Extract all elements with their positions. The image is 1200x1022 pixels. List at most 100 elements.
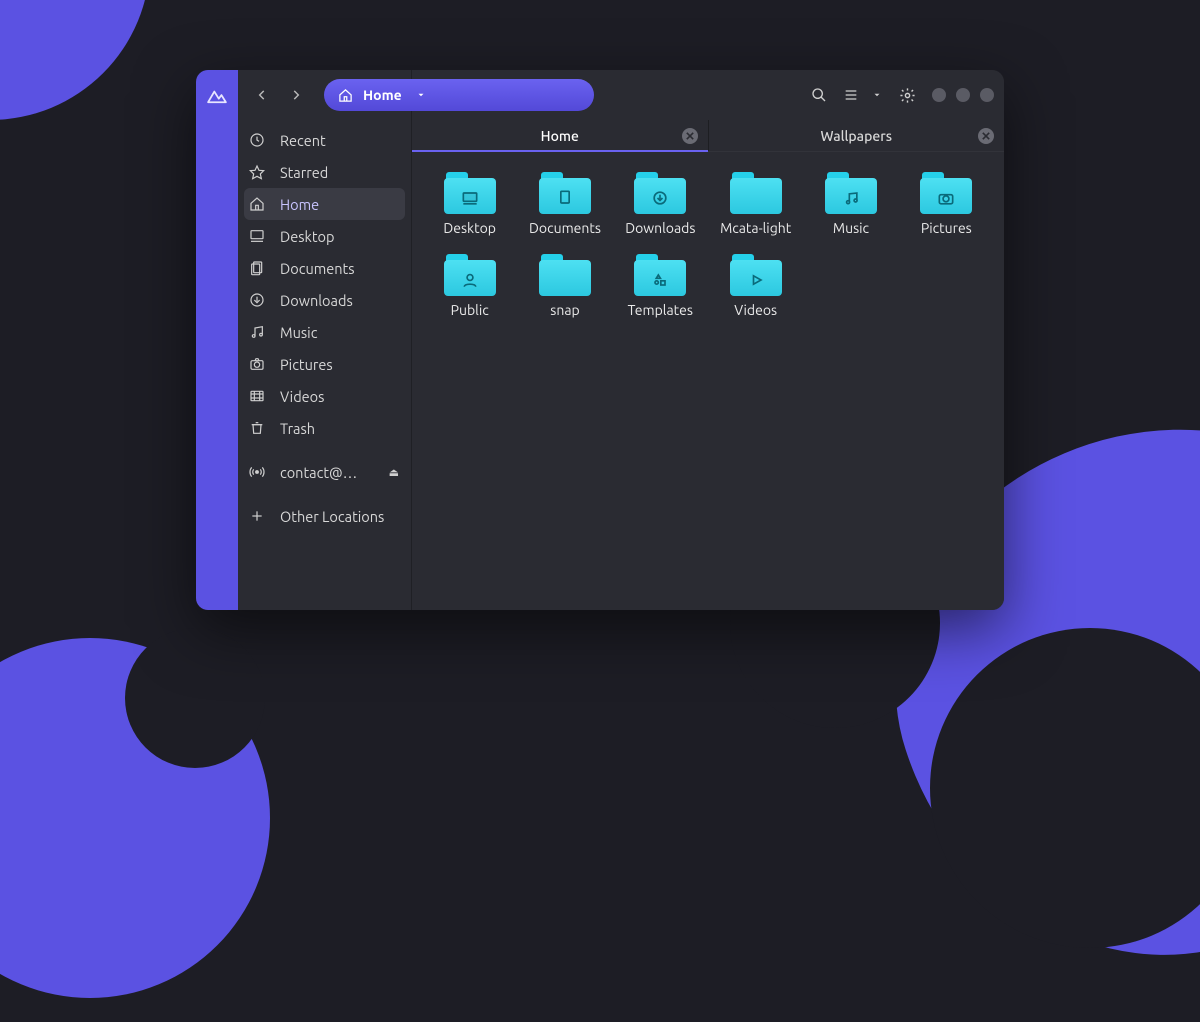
- sidebar-item-label: Documents: [280, 260, 399, 277]
- broadcast-icon: [248, 464, 266, 480]
- folder-documents[interactable]: Documents: [517, 168, 612, 240]
- sidebar-item-label: Desktop: [280, 228, 399, 245]
- sidebar-item-label: Home: [280, 196, 393, 213]
- tab-wallpapers[interactable]: Wallpapers: [709, 120, 1005, 151]
- sidebar-item-music[interactable]: Music: [238, 316, 411, 348]
- folder-glyph-icon: [444, 264, 496, 296]
- sidebar-item-downloads[interactable]: Downloads: [238, 284, 411, 316]
- video-icon: [248, 388, 266, 404]
- folder-icon: [634, 172, 686, 214]
- folder-icon: [444, 172, 496, 214]
- tab-close-button[interactable]: [978, 128, 994, 144]
- sidebar-item-contact-[interactable]: contact@… ⏏: [238, 456, 411, 488]
- sidebar-item-other-locations[interactable]: Other Locations: [238, 500, 411, 532]
- documents-icon: [248, 260, 266, 276]
- tab-home[interactable]: Home: [412, 120, 709, 151]
- sidebar-item-label: contact@…: [280, 464, 385, 481]
- search-button[interactable]: [804, 80, 834, 110]
- window-maximize-button[interactable]: [956, 88, 970, 102]
- sidebar-item-label: Starred: [280, 164, 399, 181]
- folder-grid: DesktopDocuments Downloads Mcata-light Musi…: [422, 168, 994, 322]
- folder-glyph-icon: [539, 182, 591, 214]
- path-label: Home: [363, 87, 402, 103]
- file-manager-window: Home RecentStarredHomeDesktopDocumentsDo…: [196, 70, 1004, 610]
- folder-label: Downloads: [625, 220, 695, 236]
- folder-icon: [634, 254, 686, 296]
- folder-public[interactable]: Public: [422, 250, 517, 322]
- folder-glyph-icon: [444, 182, 496, 214]
- music-icon: [248, 324, 266, 340]
- folder-desktop[interactable]: Desktop: [422, 168, 517, 240]
- folder-glyph-icon: [634, 264, 686, 296]
- folder-icon: [825, 172, 877, 214]
- star-icon: [248, 164, 266, 180]
- sidebar-item-videos[interactable]: Videos: [238, 380, 411, 412]
- folder-glyph-icon: [730, 264, 782, 296]
- folder-icon: [539, 254, 591, 296]
- sidebar-item-recent[interactable]: Recent: [238, 124, 411, 156]
- folder-pictures[interactable]: Pictures: [899, 168, 994, 240]
- sidebar-item-label: Other Locations: [280, 508, 399, 525]
- bg-blob: [125, 628, 265, 768]
- folder-glyph-icon: [539, 264, 591, 296]
- accent-rail: [196, 70, 238, 610]
- forward-button[interactable]: [282, 81, 310, 109]
- folder-downloads[interactable]: Downloads: [613, 168, 708, 240]
- settings-button[interactable]: [892, 80, 922, 110]
- folder-icon: [444, 254, 496, 296]
- window-close-button[interactable]: [980, 88, 994, 102]
- folder-templates[interactable]: Templates: [613, 250, 708, 322]
- chevron-down-icon: [416, 90, 426, 100]
- folder-mcata-light[interactable]: Mcata-light: [708, 168, 803, 240]
- sidebar-item-starred[interactable]: Starred: [238, 156, 411, 188]
- folder-label: Videos: [734, 302, 777, 318]
- desktop-icon: [248, 228, 266, 244]
- plus-icon: [248, 508, 266, 524]
- sidebar-item-desktop[interactable]: Desktop: [238, 220, 411, 252]
- back-button[interactable]: [248, 81, 276, 109]
- folder-music[interactable]: Music: [803, 168, 898, 240]
- sidebar-item-documents[interactable]: Documents: [238, 252, 411, 284]
- folder-icon: [730, 254, 782, 296]
- bg-blob: [0, 0, 150, 120]
- home-icon: [338, 88, 353, 103]
- folder-label: Music: [833, 220, 869, 236]
- home-icon: [248, 196, 266, 212]
- sidebar-item-label: Music: [280, 324, 399, 341]
- tab-close-button[interactable]: [682, 128, 698, 144]
- folder-label: snap: [550, 302, 579, 318]
- window-minimize-button[interactable]: [932, 88, 946, 102]
- trash-icon: [248, 420, 266, 436]
- folder-glyph-icon: [920, 182, 972, 214]
- sidebar-item-label: Recent: [280, 132, 399, 149]
- folder-label: Public: [451, 302, 489, 318]
- sidebar-item-label: Videos: [280, 388, 399, 405]
- tab-bar: Home Wallpapers: [412, 120, 1004, 152]
- folder-label: Mcata-light: [720, 220, 791, 236]
- folder-icon: [920, 172, 972, 214]
- folder-label: Pictures: [921, 220, 972, 236]
- folder-icon: [730, 172, 782, 214]
- sidebar-item-home[interactable]: Home: [244, 188, 405, 220]
- tab-label: Wallpapers: [820, 128, 892, 144]
- clock-icon: [248, 132, 266, 148]
- sidebar: Recent Starred Home Desktop Documents Downloa…: [238, 70, 412, 610]
- sidebar-item-trash[interactable]: Trash: [238, 412, 411, 444]
- camera-icon: [248, 356, 266, 372]
- folder-label: Templates: [628, 302, 693, 318]
- view-dropdown-button[interactable]: [868, 80, 886, 110]
- eject-icon[interactable]: ⏏: [389, 466, 399, 479]
- sidebar-item-pictures[interactable]: Pictures: [238, 348, 411, 380]
- sidebar-item-label: Pictures: [280, 356, 399, 373]
- content-area: DesktopDocuments Downloads Mcata-light Musi…: [412, 152, 1004, 610]
- main-pane: Home Wallpapers DesktopDocuments Downloads…: [412, 70, 1004, 610]
- folder-glyph-icon: [730, 182, 782, 214]
- sidebar-item-label: Trash: [280, 420, 399, 437]
- tab-label: Home: [541, 128, 579, 144]
- folder-snap[interactable]: snap: [517, 250, 612, 322]
- mountains-icon: [206, 88, 228, 104]
- folder-icon: [539, 172, 591, 214]
- view-list-button[interactable]: [840, 80, 862, 110]
- folder-videos[interactable]: Videos: [708, 250, 803, 322]
- path-bar[interactable]: Home: [324, 79, 594, 111]
